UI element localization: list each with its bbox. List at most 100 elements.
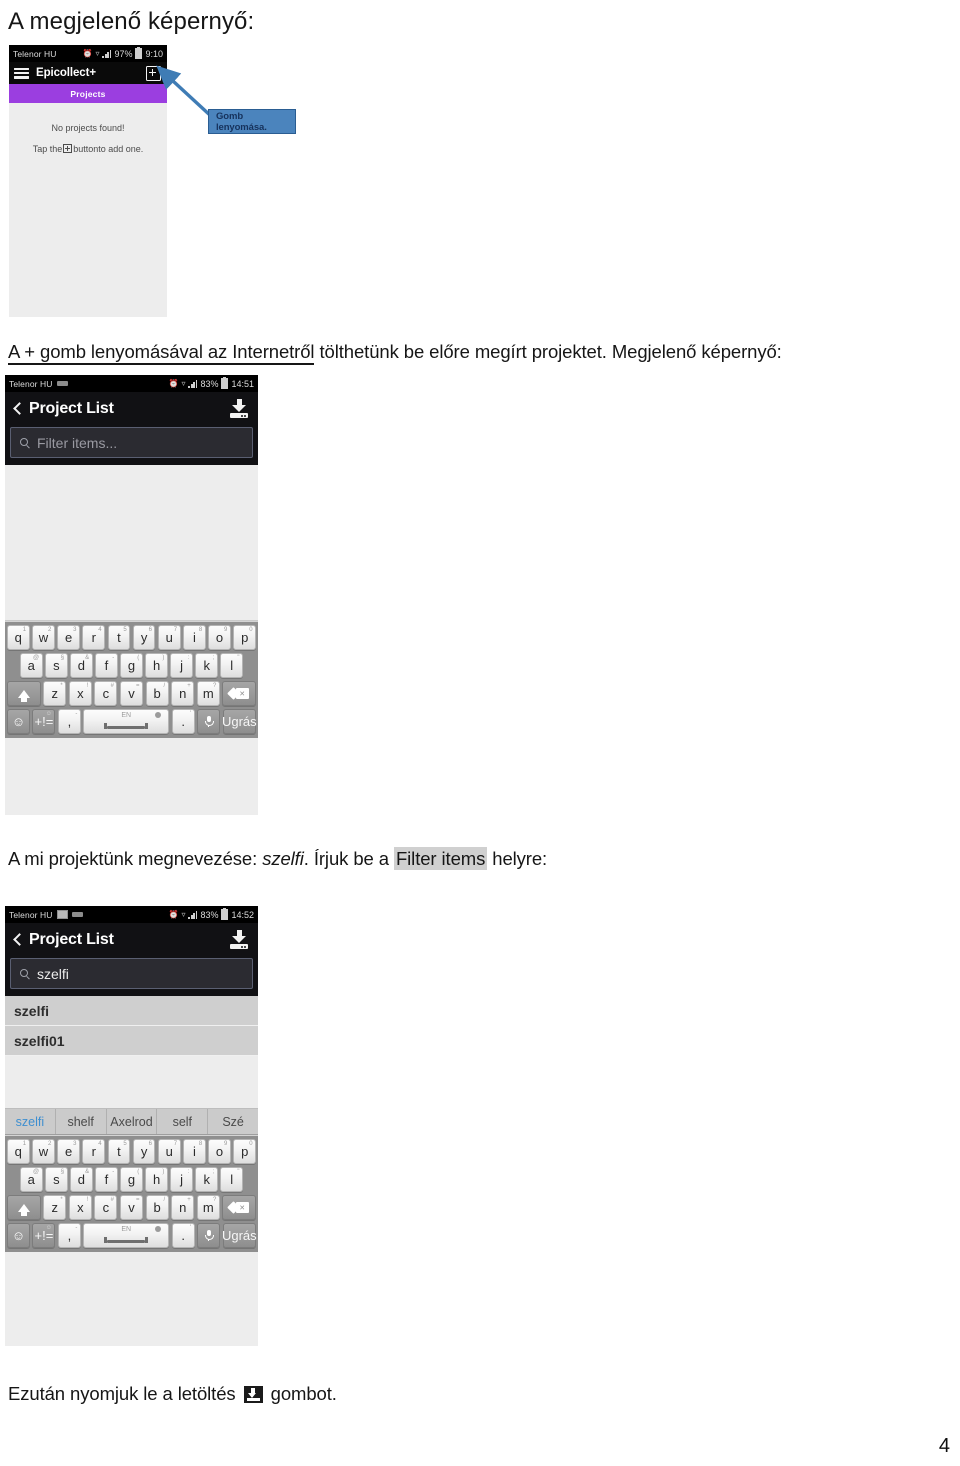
key-d[interactable]: & d (70, 1167, 93, 1192)
key-b[interactable]: / b (145, 681, 169, 706)
comma-key[interactable]: -, (57, 1223, 81, 1248)
page-title: A megjelenő képernyő: (8, 8, 255, 35)
key-m[interactable]: ? m (196, 1195, 220, 1220)
key-h[interactable]: ) h (145, 653, 168, 678)
key-j[interactable]: :j (170, 653, 193, 678)
key-p[interactable]: 0p (233, 1139, 257, 1164)
key-g[interactable]: (g (120, 653, 143, 678)
key-x[interactable]: ! x (68, 681, 92, 706)
space-key[interactable]: EN (83, 1223, 170, 1248)
key-k[interactable]: ; k (195, 1167, 218, 1192)
key-v[interactable]: = v (119, 681, 144, 706)
suggestion-item[interactable]: Axelrod (107, 1109, 158, 1134)
key-q[interactable]: 1q (6, 1139, 30, 1164)
list-item[interactable]: szelfi01 (5, 1026, 258, 1056)
clock-label: 14:52 (231, 909, 254, 920)
key-z[interactable]: * z (43, 681, 67, 706)
search-input[interactable]: szelfi (10, 958, 253, 989)
shift-key[interactable] (7, 681, 41, 706)
enter-key[interactable]: Ugrás (222, 1223, 257, 1248)
enter-key[interactable]: Ugrás (222, 709, 257, 734)
backspace-key[interactable]: ✕ (222, 681, 256, 706)
suggestion-item[interactable]: Szé (208, 1109, 258, 1134)
backspace-key[interactable]: ✕ (222, 1195, 256, 1220)
key-label: f (104, 658, 109, 673)
comma-key[interactable]: -, (57, 709, 81, 734)
key-e[interactable]: 3e (57, 1139, 80, 1164)
list-item[interactable]: szelfi (5, 996, 258, 1026)
emoji-key[interactable]: ☺ (7, 709, 30, 734)
key-t[interactable]: 5t (107, 1139, 131, 1164)
emoji-key[interactable]: ☺ (7, 1223, 30, 1248)
hamburger-icon[interactable] (14, 67, 29, 79)
plus-box-icon[interactable] (146, 66, 161, 81)
key-u[interactable]: 7u (157, 1139, 181, 1164)
results-list: szelfi szelfi01 (5, 996, 258, 1109)
key-d[interactable]: & d (70, 653, 93, 678)
key-secondary: # (110, 682, 114, 689)
key-label: x (77, 1200, 84, 1215)
period-key[interactable]: '. (171, 1223, 195, 1248)
key-r[interactable]: 4r (82, 1139, 106, 1164)
key-r[interactable]: 4r (82, 625, 106, 650)
key-u[interactable]: 7u (157, 625, 181, 650)
mic-key[interactable] (197, 1223, 221, 1248)
key-y[interactable]: 6y (132, 625, 156, 650)
key-o[interactable]: 9o (208, 1139, 231, 1164)
key-secondary: / (163, 682, 166, 689)
symbols-key[interactable]: ☺ +!= (32, 709, 56, 734)
key-s[interactable]: § s (45, 1167, 68, 1192)
key-y[interactable]: 6y (132, 1139, 156, 1164)
chevron-left-icon[interactable] (13, 402, 20, 415)
symbols-key[interactable]: ☺ +!= (32, 1223, 56, 1248)
key-h[interactable]: ) h (145, 1167, 168, 1192)
key-w[interactable]: 2w (32, 1139, 55, 1164)
key-l[interactable]: " l (220, 1167, 244, 1192)
key-n[interactable]: + n (171, 1195, 195, 1220)
key-i[interactable]: 8i (183, 625, 206, 650)
key-j[interactable]: :j (170, 1167, 193, 1192)
key-x[interactable]: ! x (68, 1195, 92, 1220)
key-e[interactable]: 3e (57, 625, 80, 650)
key-c[interactable]: # c (94, 1195, 118, 1220)
key-a[interactable]: @ a (19, 653, 43, 678)
suggestion-item[interactable]: szelfi (5, 1109, 56, 1134)
key-n[interactable]: + n (171, 681, 195, 706)
key-m[interactable]: ? m (196, 681, 220, 706)
key-z[interactable]: * z (43, 1195, 67, 1220)
key-l[interactable]: " l (220, 653, 244, 678)
key-s[interactable]: § s (45, 653, 68, 678)
space-key[interactable]: EN (83, 709, 170, 734)
key-v[interactable]: = v (119, 1195, 144, 1220)
key-label: x (77, 686, 84, 701)
search-input[interactable]: Filter items... (10, 427, 253, 458)
key-p[interactable]: 0p (233, 625, 257, 650)
key-f[interactable]: -f (95, 1167, 118, 1192)
key-secondary: + (187, 1196, 191, 1203)
download-icon[interactable] (229, 399, 249, 418)
period-key[interactable]: '. (171, 709, 195, 734)
key-g[interactable]: (g (120, 1167, 143, 1192)
download-icon[interactable] (229, 930, 249, 949)
key-q[interactable]: 1q (6, 625, 30, 650)
signal-icon (188, 910, 198, 919)
key-label: r (91, 1144, 96, 1159)
key-i[interactable]: 8i (183, 1139, 206, 1164)
mic-key[interactable] (197, 709, 221, 734)
key-k[interactable]: ; k (195, 653, 218, 678)
chevron-left-icon[interactable] (13, 933, 20, 946)
key-o[interactable]: 9o (208, 625, 231, 650)
shift-key[interactable] (7, 1195, 41, 1220)
tab-projects[interactable]: Projects (9, 84, 167, 103)
key-f[interactable]: -f (95, 653, 118, 678)
suggestion-item[interactable]: self (157, 1109, 209, 1134)
key-c[interactable]: # c (94, 681, 118, 706)
key-w[interactable]: 2w (32, 625, 55, 650)
key-label: h (152, 658, 161, 673)
signal-icon (188, 379, 198, 388)
key-b[interactable]: / b (145, 1195, 169, 1220)
suggestion-item[interactable]: shelf (56, 1109, 107, 1134)
key-t[interactable]: 5t (107, 625, 131, 650)
key-secondary: @ (32, 1168, 40, 1175)
key-a[interactable]: @ a (19, 1167, 43, 1192)
